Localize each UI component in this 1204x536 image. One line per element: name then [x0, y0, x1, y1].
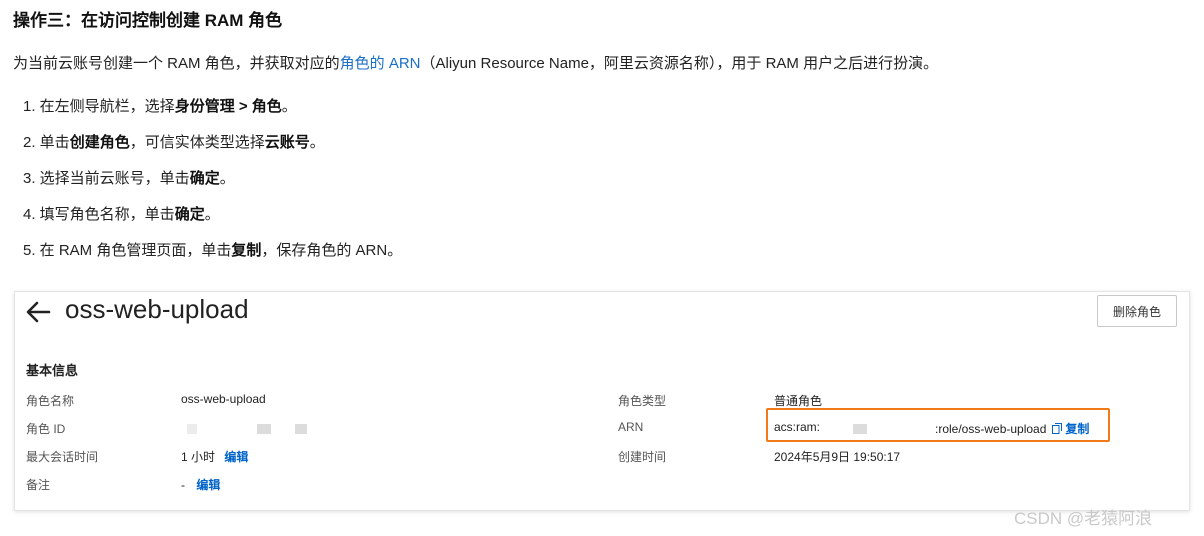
- redacted-block: [853, 424, 867, 434]
- created-label: 创建时间: [618, 450, 667, 464]
- intro-text-before: 为当前云账号创建一个 RAM 角色，并获取对应的: [13, 55, 340, 72]
- step-text: 。: [204, 206, 220, 223]
- role-type-value: 普通角色: [774, 394, 823, 408]
- step-text: 。: [281, 98, 297, 115]
- step-text: 。: [309, 134, 325, 151]
- page-heading: 操作三：在访问控制创建 RAM 角色: [13, 11, 283, 30]
- step-bold: 创建角色: [69, 134, 130, 151]
- step-item: 3. 选择当前云账号，单击确定。: [23, 168, 402, 204]
- copy-arn-link[interactable]: 复制: [1065, 422, 1089, 436]
- redacted-block: [295, 424, 307, 434]
- role-id-label: 角色 ID: [26, 422, 66, 436]
- step-text: 2. 单击: [23, 134, 70, 151]
- step-bold: 复制: [231, 242, 262, 259]
- created-value: 2024年5月9日 19:50:17: [774, 450, 901, 464]
- steps-list: 1. 在左侧导航栏，选择身份管理 > 角色。 2. 单击创建角色，可信实体类型选…: [23, 96, 402, 276]
- step-text: 1. 在左侧导航栏，选择: [23, 98, 175, 115]
- delete-role-button[interactable]: 删除角色: [1097, 295, 1177, 327]
- step-bold: 云账号: [264, 134, 310, 151]
- note-label: 备注: [26, 478, 51, 492]
- step-text: ，保存角色的 ARN。: [261, 242, 403, 259]
- role-type-label: 角色类型: [618, 394, 667, 408]
- role-detail-card: oss-web-upload 删除角色 基本信息 角色名称 oss-web-up…: [14, 291, 1190, 511]
- edit-session-link[interactable]: 编辑: [224, 450, 248, 464]
- step-bold: 确定: [174, 206, 205, 223]
- step-bold: 确定: [189, 170, 220, 187]
- role-arn-link[interactable]: 角色的 ARN: [340, 55, 421, 72]
- note-value: -: [181, 478, 185, 492]
- redacted-block: [187, 424, 197, 434]
- step-item: 4. 填写角色名称，单击确定。: [23, 204, 402, 240]
- arn-label: ARN: [618, 420, 644, 434]
- max-session-value: 1 小时: [181, 450, 216, 464]
- role-name-value: oss-web-upload: [181, 392, 266, 406]
- role-name-label: 角色名称: [26, 394, 75, 408]
- note-row: - 编辑: [181, 476, 220, 493]
- role-title: oss-web-upload: [65, 294, 249, 324]
- max-session-label: 最大会话时间: [26, 450, 99, 464]
- step-bold: 身份管理 > 角色: [174, 98, 282, 115]
- step-text: ，可信实体类型选择: [129, 134, 265, 151]
- step-item: 2. 单击创建角色，可信实体类型选择云账号。: [23, 132, 402, 168]
- copy-icon[interactable]: [1052, 423, 1063, 434]
- arrow-left-icon[interactable]: [25, 300, 51, 324]
- basic-info-title: 基本信息: [26, 363, 79, 378]
- step-item: 5. 在 RAM 角色管理页面，单击复制，保存角色的 ARN。: [23, 240, 402, 276]
- step-item: 1. 在左侧导航栏，选择身份管理 > 角色。: [23, 96, 402, 132]
- intro-paragraph: 为当前云账号创建一个 RAM 角色，并获取对应的角色的 ARN（Aliyun R…: [13, 52, 938, 73]
- edit-note-link[interactable]: 编辑: [196, 478, 220, 492]
- arn-suffix-row: :role/oss-web-upload 复制: [935, 420, 1089, 437]
- step-text: 3. 选择当前云账号，单击: [23, 170, 190, 187]
- step-text: 5. 在 RAM 角色管理页面，单击: [23, 242, 232, 259]
- step-text: 。: [219, 170, 235, 187]
- watermark: CSDN @老猿阿浪: [1014, 509, 1153, 528]
- arn-suffix: :role/oss-web-upload: [935, 422, 1047, 436]
- max-session-row: 1 小时 编辑: [181, 448, 248, 465]
- arn-prefix: acs:ram:: [774, 420, 821, 434]
- redacted-block: [257, 424, 271, 434]
- step-text: 4. 填写角色名称，单击: [23, 206, 175, 223]
- intro-text-after: （Aliyun Resource Name，阿里云资源名称），用于 RAM 用户…: [420, 55, 939, 72]
